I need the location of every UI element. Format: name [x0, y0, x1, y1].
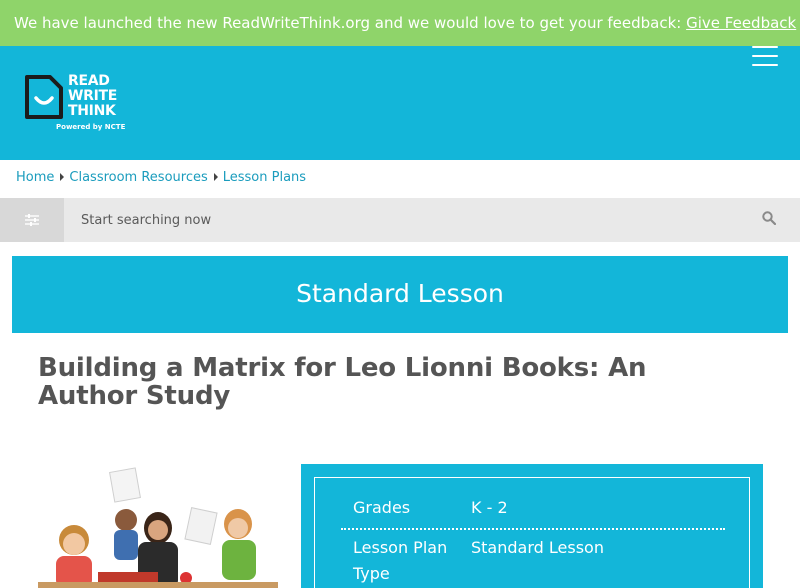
site-header: READ WRITE THINK Powered by NCTE: [0, 46, 800, 160]
sliders-icon: [25, 214, 39, 226]
breadcrumb-home[interactable]: Home: [16, 170, 54, 185]
lesson-details-panel: Grades K - 2 Lesson Plan Type Standard L…: [301, 464, 763, 588]
feedback-banner: We have launched the new ReadWriteThink.…: [0, 0, 800, 46]
hamburger-menu-icon[interactable]: [752, 46, 778, 68]
search-input[interactable]: [64, 198, 744, 242]
lesson-type-banner: Standard Lesson: [12, 256, 788, 333]
breadcrumb-lesson-plans[interactable]: Lesson Plans: [223, 170, 306, 185]
search-bar: [0, 198, 800, 242]
lesson-details-box: Grades K - 2 Lesson Plan Type Standard L…: [314, 477, 750, 588]
breadcrumb-classroom-resources[interactable]: Classroom Resources: [69, 170, 207, 185]
readwritethink-logo[interactable]: READ WRITE THINK Powered by NCTE: [24, 74, 134, 136]
detail-label: Grades: [353, 498, 411, 517]
logo-powered-by: Powered by NCTE: [56, 123, 126, 131]
divider: [341, 528, 725, 530]
page-title: Building a Matrix for Leo Lionni Books: …: [38, 353, 647, 411]
lesson-photo: [38, 466, 278, 588]
search-icon[interactable]: [762, 211, 776, 225]
breadcrumb-arrow-icon: [213, 173, 218, 181]
detail-value: Standard Lesson: [471, 538, 604, 557]
logo-wordmark: READ WRITE THINK: [68, 74, 117, 119]
banner-text: We have launched the new ReadWriteThink.…: [14, 14, 687, 32]
logo-think: THINK: [68, 103, 116, 119]
breadcrumb: Home Classroom Resources Lesson Plans: [16, 170, 306, 185]
detail-label: Lesson Plan Type: [353, 538, 448, 583]
detail-value: K - 2: [471, 498, 508, 517]
classroom-photo-illustration: [38, 466, 278, 588]
logo-mark-icon: [25, 75, 63, 119]
give-feedback-link[interactable]: Give Feedback: [686, 14, 796, 32]
filter-button[interactable]: [0, 198, 64, 242]
logo-read: READ: [68, 73, 110, 89]
breadcrumb-arrow-icon: [60, 173, 65, 181]
logo-write: WRITE: [68, 88, 118, 104]
